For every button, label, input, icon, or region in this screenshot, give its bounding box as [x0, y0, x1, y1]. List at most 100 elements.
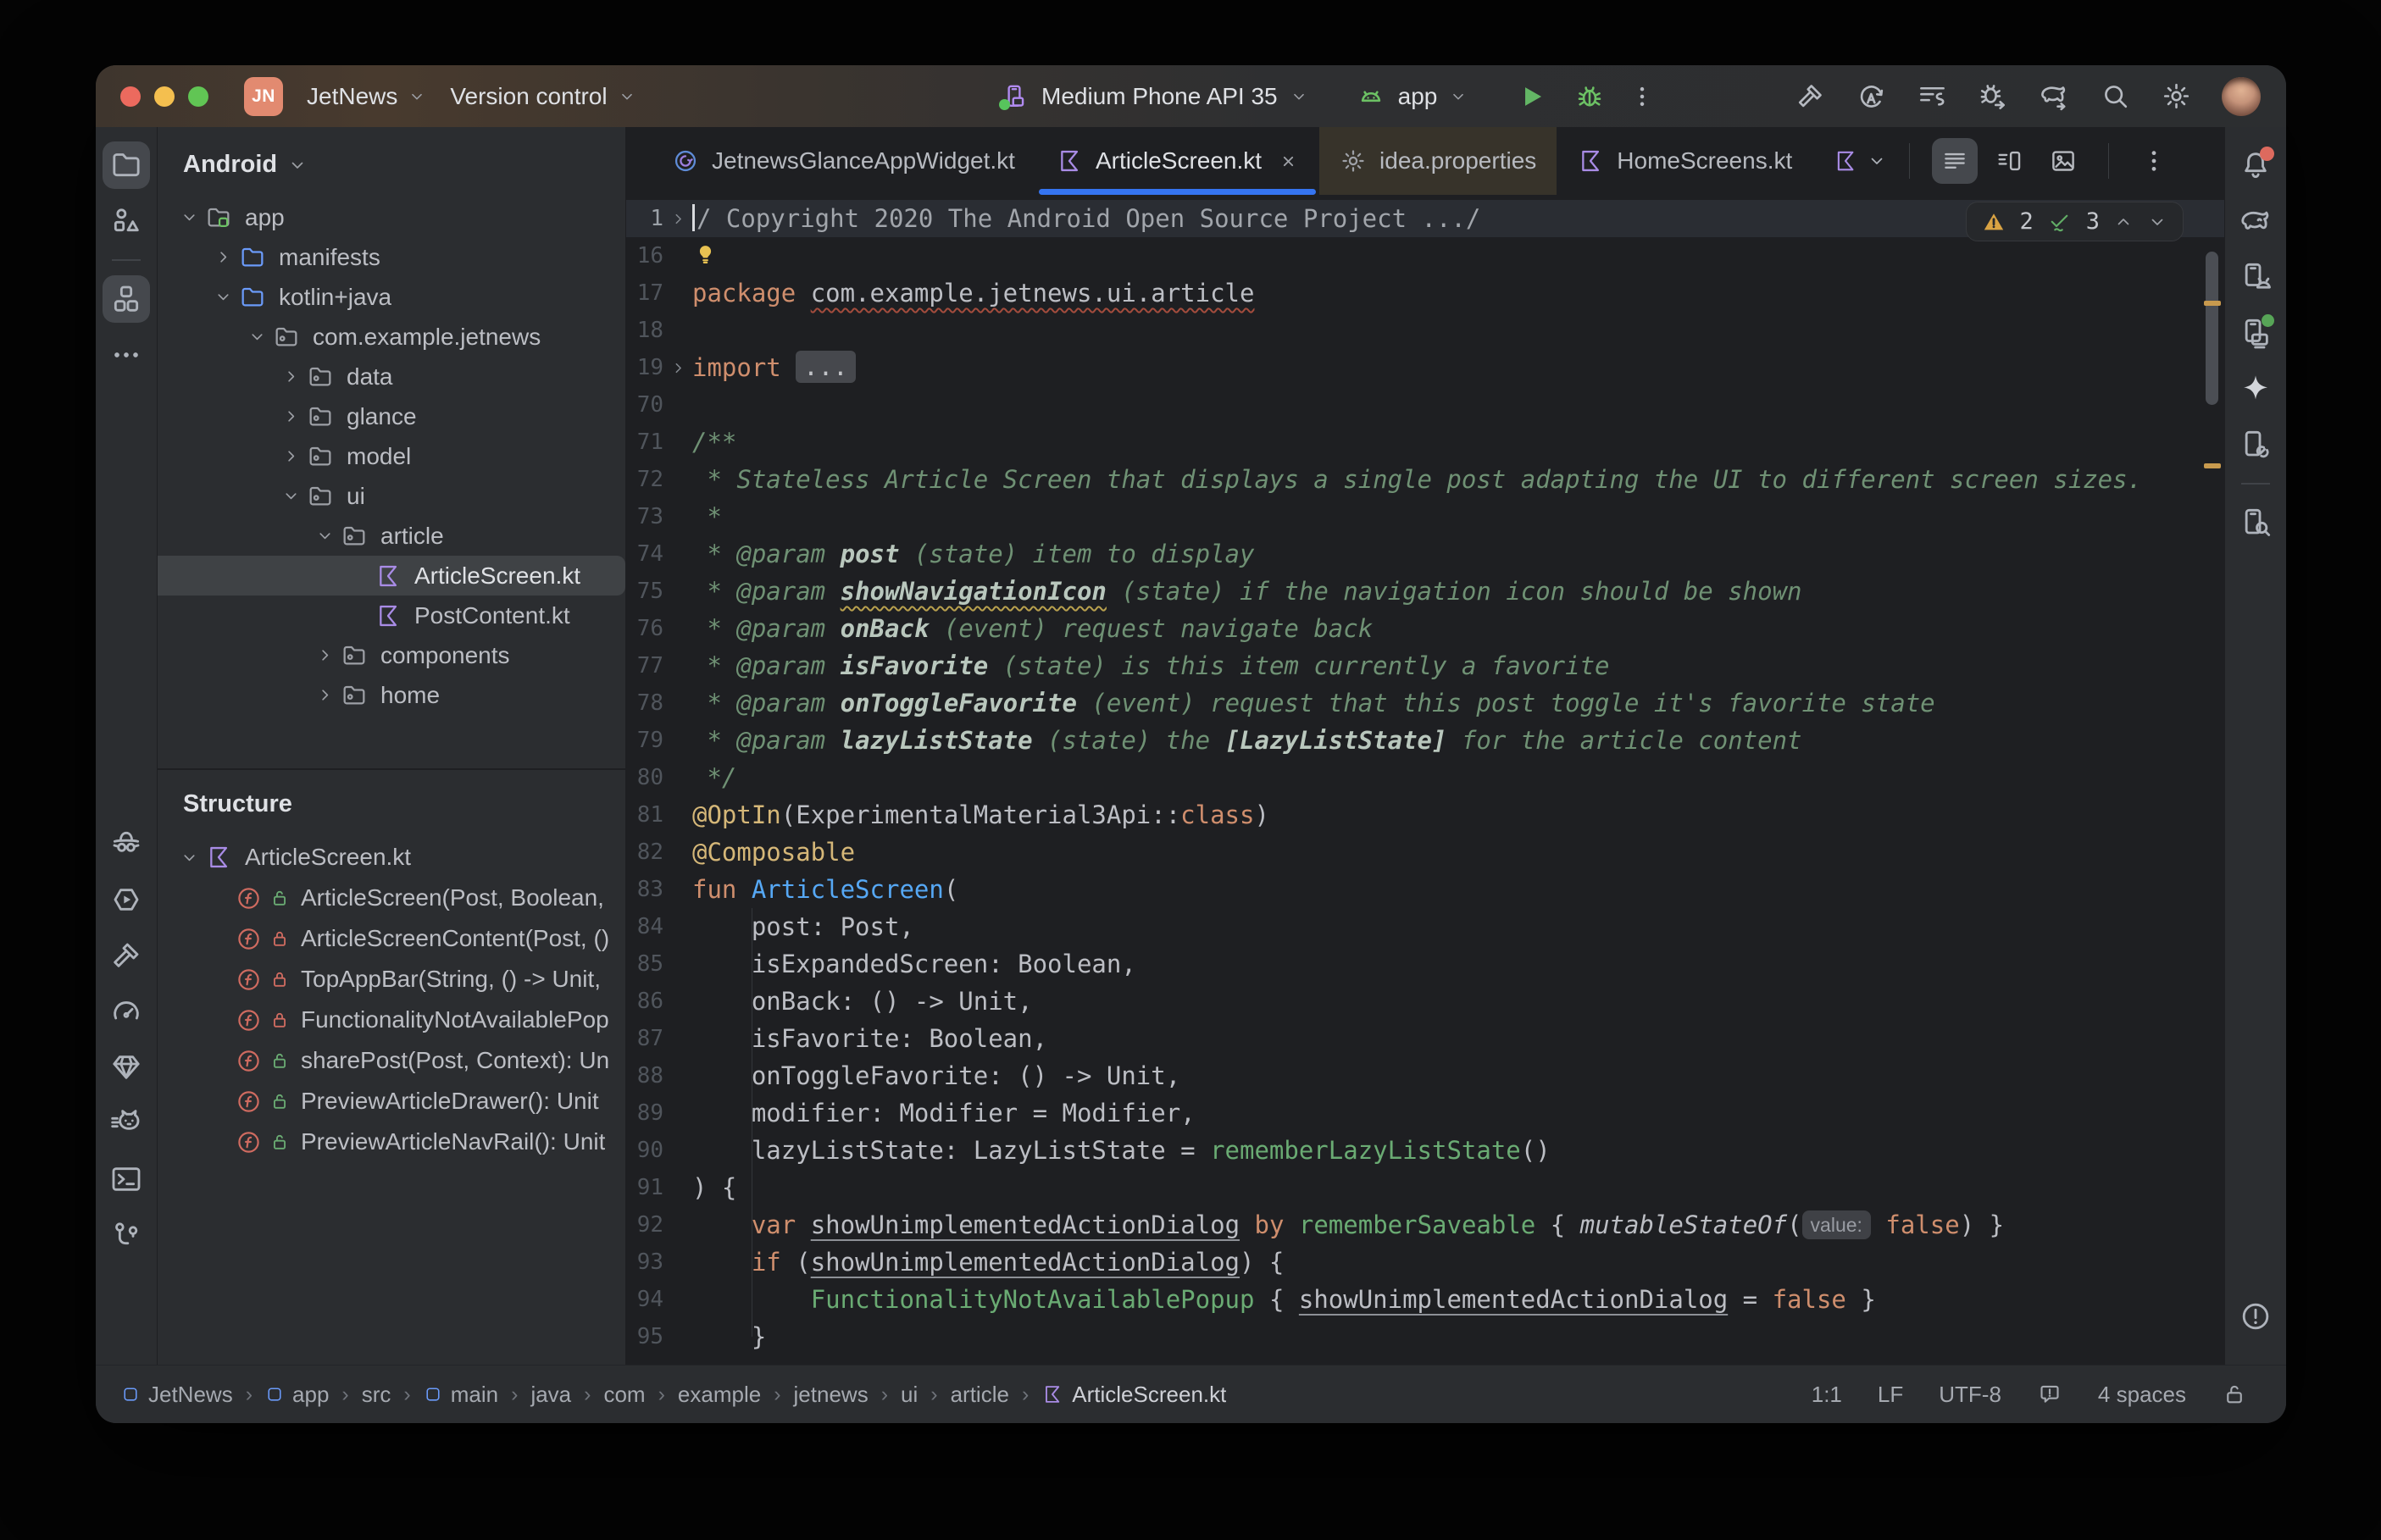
sync-project-icon[interactable] — [1856, 80, 1887, 112]
inspection-widget[interactable]: 2 3 — [1966, 202, 2184, 241]
editor-options-button[interactable] — [2131, 138, 2177, 184]
code-line-85[interactable]: 85 isExpandedScreen: Boolean, — [626, 945, 2224, 983]
structure-item-articlescreencontent[interactable]: ArticleScreenContent(Post, () — [158, 918, 625, 959]
tree-item-glance[interactable]: glance — [158, 396, 625, 436]
chevron-right-icon[interactable] — [308, 645, 341, 665]
indent-setting[interactable]: 4 spaces — [2098, 1382, 2186, 1408]
chevron-down-icon[interactable] — [207, 287, 239, 307]
minimize-window-button[interactable] — [154, 86, 175, 107]
tool-window-profiler[interactable] — [103, 988, 150, 1035]
tool-window-terminal[interactable] — [103, 1155, 150, 1203]
code-line-16[interactable]: 16 — [626, 237, 2224, 274]
scrollbar-thumb[interactable] — [2206, 252, 2218, 405]
code-line-90[interactable]: 90 lazyListState: LazyListState = rememb… — [626, 1132, 2224, 1169]
tool-window-device-mirroring[interactable] — [2232, 421, 2279, 468]
tool-window-resource-manager[interactable] — [103, 197, 150, 245]
tree-item-ui[interactable]: ui — [158, 476, 625, 516]
tab-idea-properties[interactable]: idea.properties — [1319, 127, 1557, 195]
structure-item-previewarticledrawer[interactable]: PreviewArticleDrawer(): Unit — [158, 1081, 625, 1122]
breadcrumb-app[interactable]: app — [265, 1382, 329, 1408]
chevron-right-icon[interactable] — [308, 685, 341, 705]
breadcrumb-articlescreen-kt[interactable]: ArticleScreen.kt — [1041, 1382, 1226, 1408]
tool-window-device-explorer[interactable] — [2232, 499, 2279, 546]
code-line-76[interactable]: 76 * @param onBack (event) request navig… — [626, 610, 2224, 647]
tool-window-notifications[interactable] — [2232, 141, 2279, 189]
code-line-95[interactable]: 95 } — [626, 1318, 2224, 1355]
code-line-94[interactable]: 94 FunctionalityNotAvailablePopup { show… — [626, 1281, 2224, 1318]
code-line-71[interactable]: 71/** — [626, 424, 2224, 461]
structure-item-topappbar[interactable]: TopAppBar(String, () -> Unit, — [158, 959, 625, 1000]
tree-item-manifests[interactable]: manifests — [158, 237, 625, 277]
tool-window-version-control[interactable] — [103, 1211, 150, 1259]
code-line-72[interactable]: 72 * Stateless Article Screen that displ… — [626, 461, 2224, 498]
tree-item-model[interactable]: model — [158, 436, 625, 476]
code-line-79[interactable]: 79 * @param lazyListState (state) the [L… — [626, 722, 2224, 759]
tool-window-problems[interactable] — [2232, 1293, 2279, 1340]
code-line-87[interactable]: 87 isFavorite: Boolean, — [626, 1020, 2224, 1057]
code-line-19[interactable]: 19import ... — [626, 349, 2224, 386]
code-line-17[interactable]: 17package com.example.jetnews.ui.article — [626, 274, 2224, 312]
tab-jetnewsglanceappwidget-kt[interactable]: JetnewsGlanceAppWidget.kt — [652, 127, 1035, 195]
line-ending[interactable]: LF — [1878, 1382, 1903, 1408]
code-line-77[interactable]: 77 * @param isFavorite (state) is this i… — [626, 647, 2224, 684]
tree-item-articlescreen-kt[interactable]: ArticleScreen.kt — [158, 556, 625, 596]
code-area[interactable]: 1/ Copyright 2020 The Android Open Sourc… — [626, 195, 2224, 1365]
breadcrumb-java[interactable]: java — [530, 1382, 571, 1408]
unlock-icon[interactable] — [2222, 1382, 2247, 1407]
structure-item-sharepost[interactable]: sharePost(Post, Context): Un — [158, 1040, 625, 1081]
tool-window-logcat[interactable] — [103, 1100, 150, 1147]
code-line-78[interactable]: 78 * @param onToggleFavorite (event) req… — [626, 684, 2224, 722]
code-line-80[interactable]: 80 */ — [626, 759, 2224, 796]
project-panel-header[interactable]: Android — [158, 127, 625, 197]
tree-item-data[interactable]: data — [158, 357, 625, 396]
more-run-options[interactable] — [1629, 83, 1656, 110]
code-editor[interactable]: 1/ Copyright 2020 The Android Open Sourc… — [626, 195, 2224, 1365]
breadcrumb-src[interactable]: src — [362, 1382, 391, 1408]
tool-window-gradle[interactable] — [2232, 197, 2279, 245]
breadcrumb-jetnews[interactable]: JetNews — [121, 1382, 233, 1408]
run-configuration-selector[interactable]: app — [1398, 83, 1438, 110]
gradle-sync-icon[interactable] — [2039, 80, 2070, 112]
breadcrumb-jetnews[interactable]: jetnews — [794, 1382, 869, 1408]
settings-icon[interactable] — [2161, 80, 2192, 112]
code-line-74[interactable]: 74 * @param post (state) item to display — [626, 535, 2224, 573]
code-line-73[interactable]: 73 * — [626, 498, 2224, 535]
chevron-down-icon[interactable] — [173, 848, 205, 867]
tree-item-app[interactable]: app — [158, 197, 625, 237]
search-everywhere-icon[interactable] — [2100, 80, 2131, 112]
device-selector[interactable]: Medium Phone API 35 — [1041, 83, 1278, 110]
next-problem-button[interactable] — [2147, 212, 2167, 232]
attach-debugger-icon[interactable] — [1978, 80, 2009, 112]
fold-arrow-icon[interactable] — [663, 210, 692, 228]
breadcrumb-com[interactable]: com — [603, 1382, 645, 1408]
tool-window-project[interactable] — [103, 141, 150, 189]
structure-root[interactable]: ArticleScreen.kt — [158, 837, 625, 878]
structure-item-functionalitynotavailablepop[interactable]: FunctionalityNotAvailablePop — [158, 1000, 625, 1040]
chevron-right-icon[interactable] — [275, 367, 307, 386]
breadcrumb-main[interactable]: main — [424, 1382, 498, 1408]
tree-item-home[interactable]: home — [158, 675, 625, 715]
chevron-down-icon[interactable] — [173, 208, 205, 227]
current-file-kotlin-icon-icon[interactable] — [1833, 148, 1858, 174]
debug-button[interactable] — [1574, 81, 1605, 112]
code-line-75[interactable]: 75 * @param showNavigationIcon (state) i… — [626, 573, 2224, 610]
tab-homescreens-kt[interactable]: HomeScreens.kt — [1557, 127, 1812, 195]
code-line-93[interactable]: 93 if (showUnimplementedActionDialog) { — [626, 1244, 2224, 1281]
tree-item-postcontent-kt[interactable]: PostContent.kt — [158, 596, 625, 635]
tool-window-device-manager[interactable] — [2232, 253, 2279, 301]
tool-window-build-tool-window[interactable] — [103, 932, 150, 979]
tool-window-more-tool-windows[interactable] — [103, 331, 150, 379]
project-menu[interactable]: JetNews — [307, 83, 426, 110]
split-editor-view-button[interactable] — [1986, 138, 2032, 184]
file-encoding[interactable]: UTF-8 — [1939, 1382, 2001, 1408]
code-line-18[interactable]: 18 — [626, 312, 2224, 349]
tool-window-services[interactable] — [103, 876, 150, 923]
code-line-92[interactable]: 92 var showUnimplementedActionDialog by … — [626, 1206, 2224, 1244]
tree-item-components[interactable]: components — [158, 635, 625, 675]
inspections-widget-icon[interactable] — [2037, 1382, 2062, 1407]
breadcrumb-ui[interactable]: ui — [901, 1382, 918, 1408]
chevron-right-icon[interactable] — [275, 446, 307, 466]
caret-position[interactable]: 1:1 — [1812, 1382, 1842, 1408]
intention-bulb-icon[interactable] — [692, 241, 719, 268]
tool-window-app-quality-insights[interactable] — [103, 1044, 150, 1091]
